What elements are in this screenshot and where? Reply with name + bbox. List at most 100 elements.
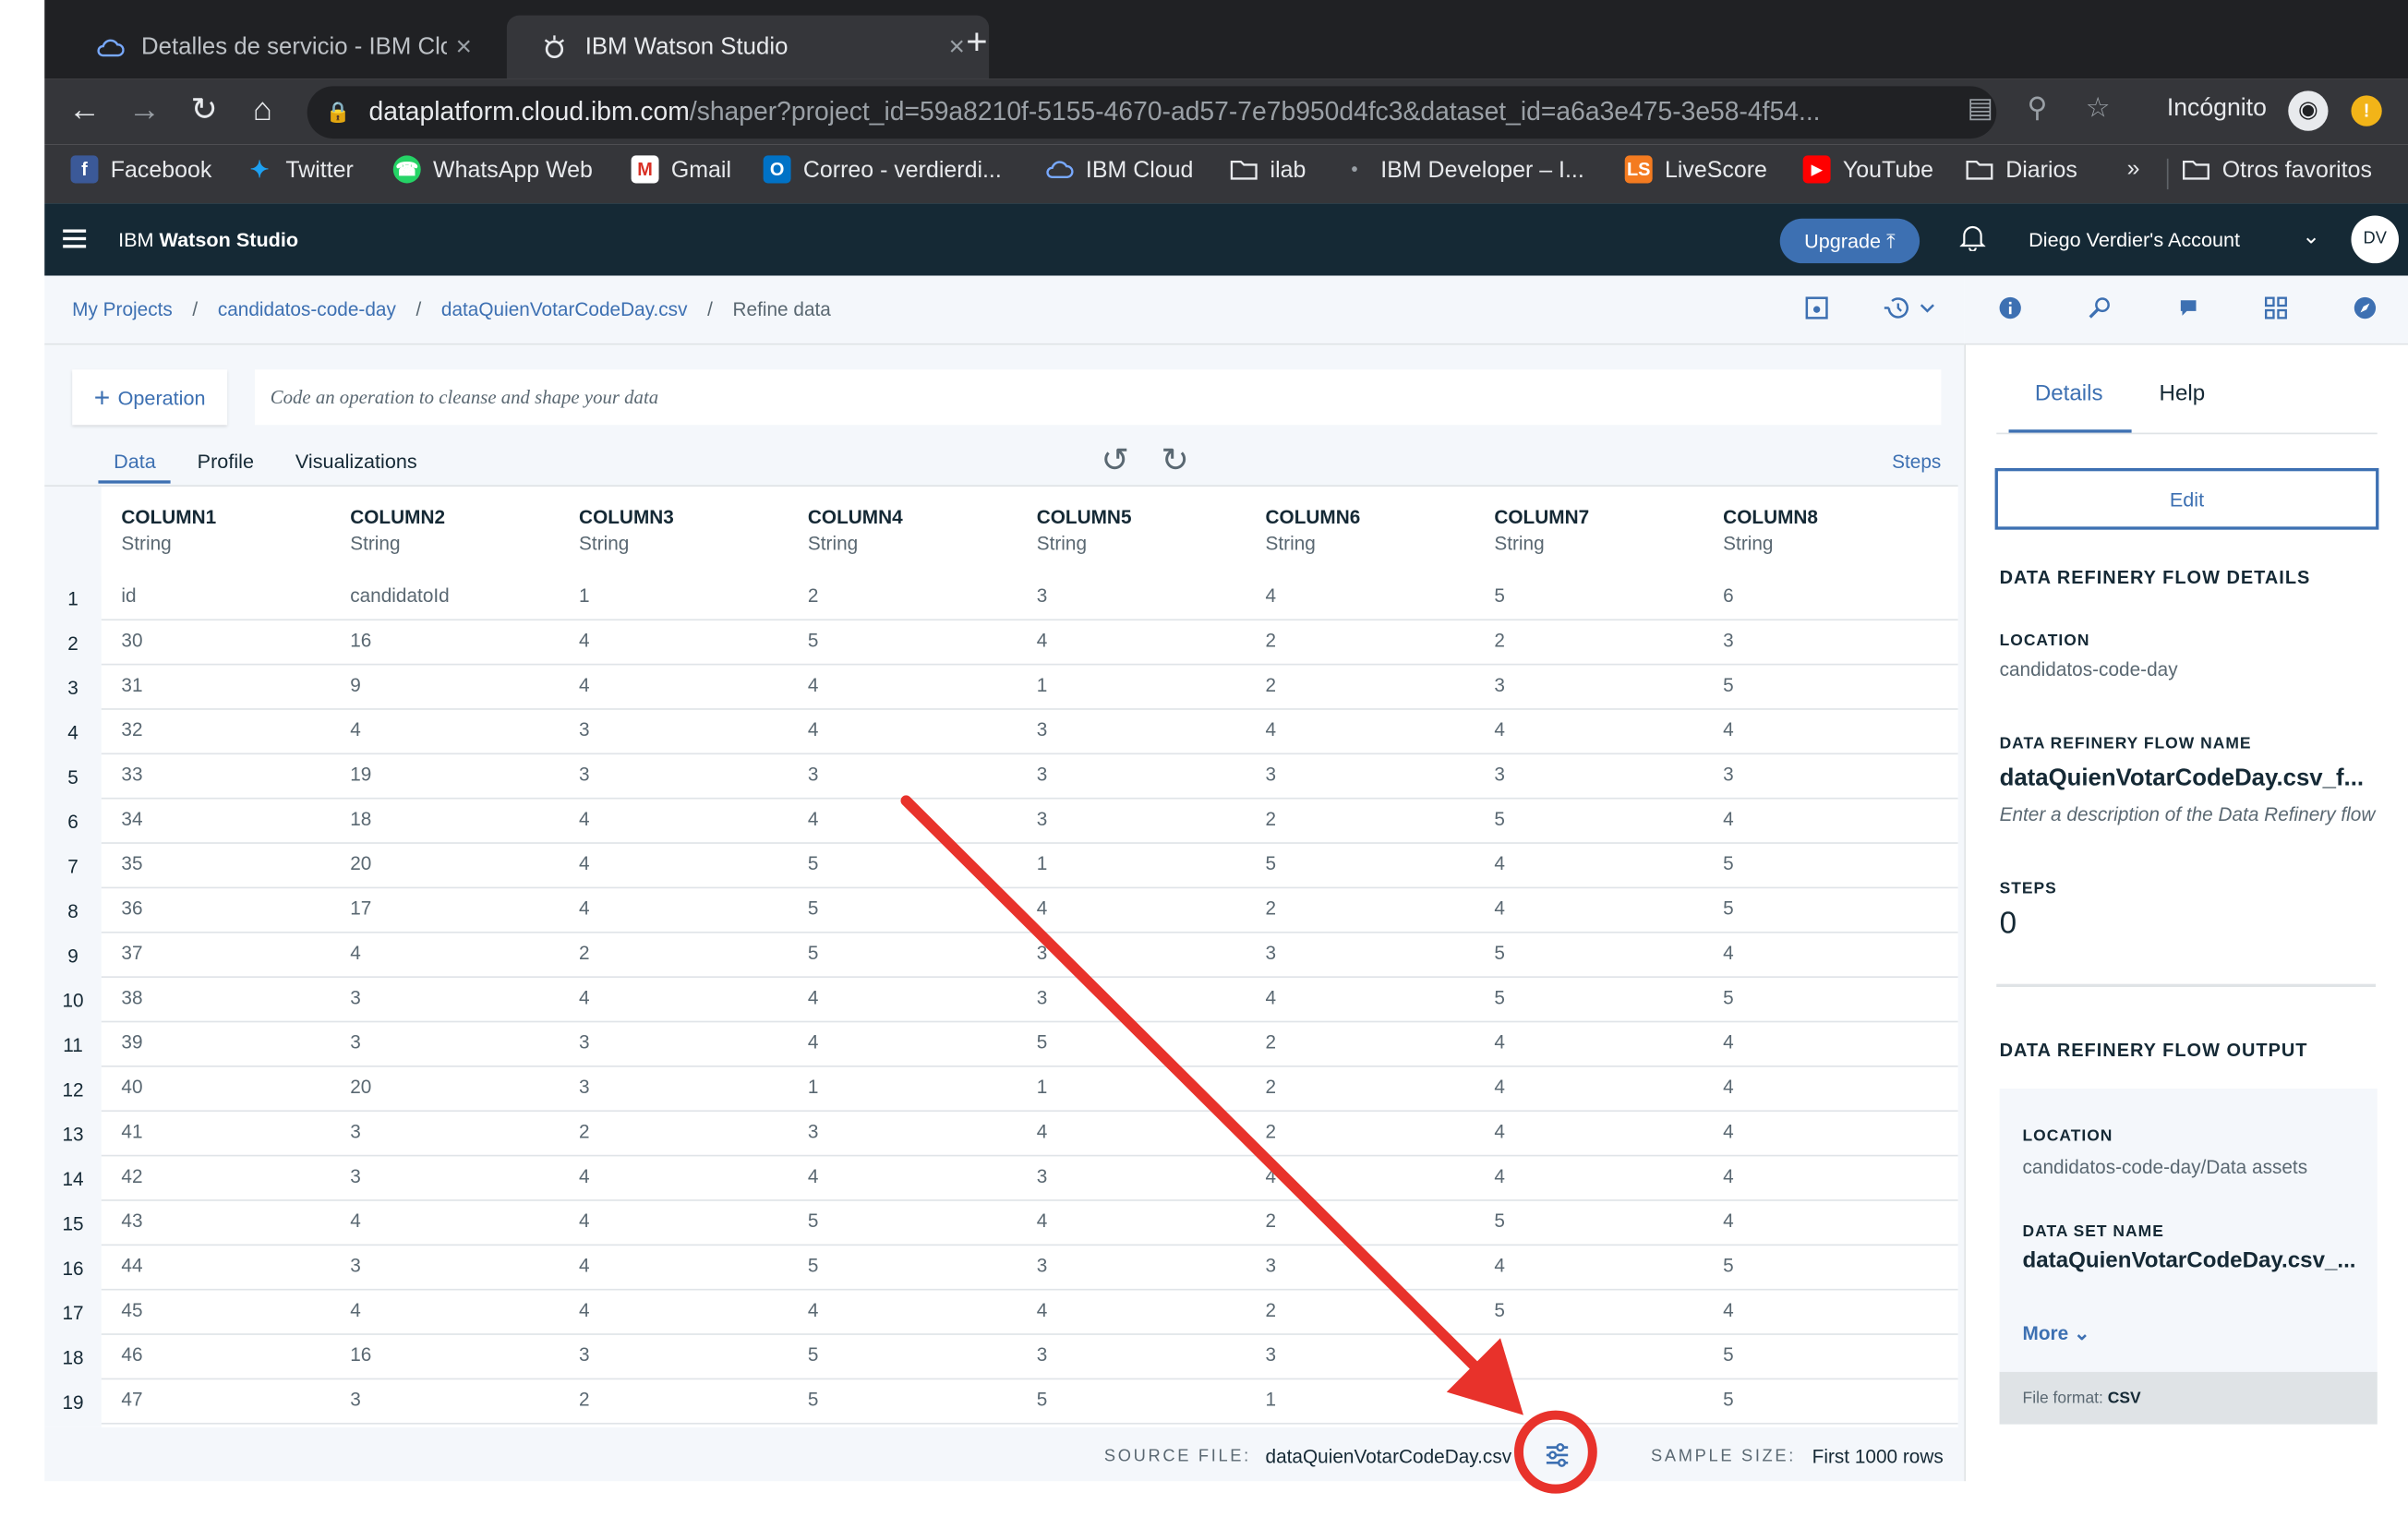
add-operation-button[interactable]: + Operation [72, 369, 228, 426]
incognito-icon[interactable]: ◉ [2288, 90, 2329, 131]
table-row[interactable]: 11 39 3 3 4 5 2 4 4 [44, 1022, 1958, 1067]
redo-icon[interactable]: ↻ [1161, 440, 1189, 480]
table-row[interactable]: 4 32 4 3 4 3 4 4 4 [44, 710, 1958, 755]
tab-data[interactable]: Data [98, 447, 172, 484]
table-cell[interactable]: 3 [1037, 1344, 1048, 1366]
table-cell[interactable]: 3 [579, 1031, 590, 1053]
table-cell[interactable]: 4 [1037, 897, 1048, 919]
table-cell[interactable]: 5 [1723, 853, 1734, 874]
bookmark-youtube[interactable]: ▶ YouTube [1802, 155, 1933, 184]
table-cell[interactable]: 5 [808, 1210, 819, 1232]
table-cell[interactable]: 2 [579, 943, 590, 964]
table-cell[interactable]: 1 [808, 1077, 819, 1098]
tab-visualizations[interactable]: Visualizations [280, 447, 432, 484]
table-cell[interactable]: 4 [808, 1300, 819, 1321]
table-cell[interactable]: 3 [350, 1031, 361, 1053]
table-cell[interactable]: 3 [579, 719, 590, 740]
tab-help[interactable]: Help [2160, 382, 2206, 407]
table-cell[interactable]: 5 [808, 630, 819, 651]
table-cell[interactable]: 4 [579, 853, 590, 874]
table-row[interactable]: 13 41 3 2 3 4 2 4 4 [44, 1112, 1958, 1157]
table-cell[interactable]: 5 [808, 897, 819, 919]
table-cell[interactable]: 35 [121, 853, 142, 874]
table-cell[interactable]: 4 [1037, 630, 1048, 651]
table-cell[interactable]: 40 [121, 1077, 142, 1098]
table-cell[interactable]: 3 [1037, 809, 1048, 830]
table-cell[interactable]: 16 [350, 630, 371, 651]
table-cell[interactable]: 1 [1266, 1389, 1277, 1410]
table-cell[interactable]: 41 [121, 1121, 142, 1142]
table-cell[interactable]: 5 [1723, 1344, 1734, 1366]
bookmark-facebook[interactable]: f Facebook [70, 155, 211, 184]
reload-icon[interactable]: ↻ [186, 92, 223, 129]
table-cell[interactable]: 5 [808, 853, 819, 874]
table-cell[interactable]: 4 [1723, 1300, 1734, 1321]
column-header[interactable]: COLUMN2 String [350, 505, 445, 558]
bookmark-diarios[interactable]: Diarios [1966, 155, 2077, 183]
table-cell[interactable]: 4 [1037, 1121, 1048, 1142]
table-cell[interactable]: 2 [1266, 630, 1277, 651]
table-cell[interactable]: 37 [121, 943, 142, 964]
table-cell[interactable]: 4 [350, 1210, 361, 1232]
table-cell[interactable]: 4 [1723, 1121, 1734, 1142]
table-cell[interactable]: 3 [579, 1077, 590, 1098]
table-cell[interactable]: 5 [1723, 674, 1734, 695]
table-cell[interactable]: 3 [1037, 943, 1048, 964]
table-cell[interactable]: 5 [808, 943, 819, 964]
table-cell[interactable]: 3 [1723, 764, 1734, 785]
table-cell[interactable]: 3 [350, 1121, 361, 1142]
table-cell[interactable]: 5 [1266, 853, 1277, 874]
table-cell[interactable]: 4 [1494, 719, 1505, 740]
close-tab-icon[interactable]: × [447, 30, 481, 63]
table-row[interactable]: 8 36 17 4 5 4 2 4 5 [44, 888, 1958, 933]
table-cell[interactable]: 2 [579, 1389, 590, 1410]
table-row[interactable]: 10 38 3 4 4 3 4 5 5 [44, 978, 1958, 1023]
upgrade-button[interactable]: Upgrade ⤒ [1779, 218, 1920, 264]
table-cell[interactable]: 4 [1494, 853, 1505, 874]
table-cell[interactable]: 19 [350, 764, 371, 785]
table-cell[interactable]: 3 [1037, 1255, 1048, 1276]
table-cell[interactable]: 4 [1723, 1165, 1734, 1186]
compass-icon[interactable] [2351, 295, 2378, 323]
table-cell[interactable]: 3 [808, 1121, 819, 1142]
table-cell[interactable]: 1 [1037, 674, 1048, 695]
table-cell[interactable]: 3 [1037, 719, 1048, 740]
table-cell[interactable]: 36 [121, 897, 142, 919]
history-icon[interactable] [1883, 295, 1938, 326]
table-row[interactable]: 6 34 18 4 4 3 2 5 4 [44, 800, 1958, 844]
table-cell[interactable]: 2 [808, 585, 819, 607]
translate-icon[interactable]: ▤ [1968, 92, 1993, 125]
notification-bell-icon[interactable] [1959, 223, 1986, 259]
table-cell[interactable]: 3 [350, 1255, 361, 1276]
table-row[interactable]: 12 40 20 3 1 1 2 4 4 [44, 1067, 1958, 1113]
steps-link[interactable]: Steps [1892, 451, 1941, 473]
breadcrumb-dataset[interactable]: dataQuienVotarCodeDay.csv [441, 299, 688, 320]
table-cell[interactable]: 2 [1266, 1121, 1277, 1142]
table-cell[interactable]: 4 [579, 1300, 590, 1321]
table-row[interactable]: 2 30 16 4 5 4 2 2 3 [44, 620, 1958, 666]
table-cell[interactable]: 4 [1723, 1077, 1734, 1098]
table-cell[interactable]: 4 [579, 674, 590, 695]
bookmark-twitter[interactable]: ✦ Twitter [246, 155, 354, 183]
table-cell[interactable]: 42 [121, 1165, 142, 1186]
table-cell[interactable]: 4 [1723, 809, 1734, 830]
table-cell[interactable]: 3 [350, 1165, 361, 1186]
table-cell[interactable]: 5 [1723, 1255, 1734, 1276]
table-cell[interactable]: 2 [1266, 1031, 1277, 1053]
table-cell[interactable]: 3 [1266, 1344, 1277, 1366]
table-cell[interactable]: 3 [1037, 987, 1048, 1008]
info-icon[interactable] [1996, 295, 2024, 323]
table-cell[interactable]: 4 [1494, 1255, 1505, 1276]
bookmark-whatsapp[interactable]: ☎ WhatsApp Web [392, 155, 593, 184]
table-cell[interactable]: 3 [1266, 943, 1277, 964]
table-cell[interactable]: 4 [579, 1165, 590, 1186]
table-cell[interactable]: 20 [350, 1077, 371, 1098]
table-cell[interactable]: 38 [121, 987, 142, 1008]
table-cell[interactable]: 5 [1037, 1389, 1048, 1410]
extension-icon[interactable]: ! [2351, 95, 2382, 126]
bookmark-correo[interactable]: O Correo - verdierdi... [763, 155, 1002, 184]
table-cell[interactable]: 44 [121, 1255, 142, 1276]
table-cell[interactable]: 17 [350, 897, 371, 919]
table-cell[interactable]: 5 [1494, 585, 1505, 607]
table-cell[interactable]: 3 [1266, 764, 1277, 785]
